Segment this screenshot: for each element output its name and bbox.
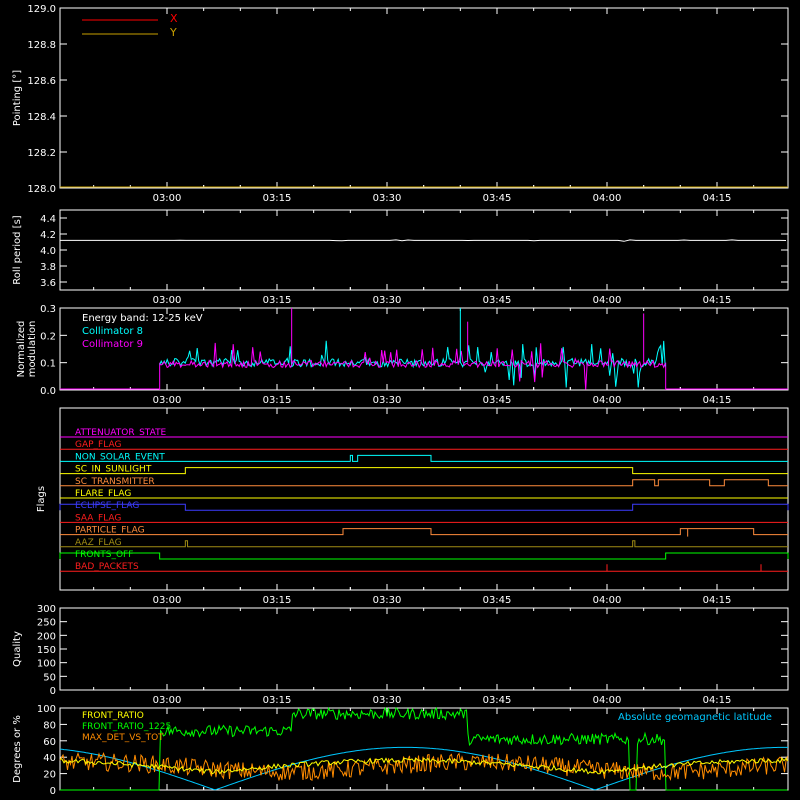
y-tick-label: 128.2 (27, 148, 56, 159)
y-axis-label: Degrees or % (12, 715, 23, 783)
y-tick-label: 3.6 (40, 278, 56, 289)
time-tick-label: 03:30 (373, 193, 402, 204)
y-axis-label-line: Normalized (16, 321, 27, 378)
y-tick-label: 4.0 (40, 246, 56, 257)
y-tick-label: 100 (37, 659, 56, 670)
y-tick-label: 0.0 (40, 386, 56, 397)
y-tick-label: 4.2 (40, 230, 56, 241)
legend-geomagnetic-latitude: Absolute geomagnetic latitude (618, 712, 772, 723)
hessi-observing-summary-chart: 03:00 03:15 03:30 03:45 04:00 04:15 128.0 128.2… (0, 0, 800, 800)
y-tick-label: 128.4 (27, 112, 56, 123)
y-tick-label: 150 (37, 645, 56, 656)
y-axis-label: Pointing [°] (12, 70, 23, 126)
time-tick-label: 03:00 (153, 193, 182, 204)
time-tick-label: 03:45 (483, 395, 512, 406)
y-tick-label: 60 (43, 737, 56, 748)
y-tick-label: 128.8 (27, 40, 56, 51)
y-axis-label: Quality (12, 631, 23, 667)
y-tick-label: 129.0 (27, 4, 56, 15)
y-tick-label: 50 (43, 672, 56, 683)
y-tick-label: 250 (37, 618, 56, 629)
y-axis-label-line: modulation (27, 321, 38, 378)
time-tick-label: 03:00 (153, 395, 182, 406)
time-tick-label: 03:30 (373, 395, 402, 406)
time-tick-label: 03:30 (373, 695, 402, 706)
legend-collimator-9: Collimator 9 (82, 339, 143, 350)
time-tick-label: 03:45 (483, 295, 512, 306)
time-tick-label: 03:15 (263, 295, 292, 306)
legend-collimator-8: Collimator 8 (82, 326, 143, 337)
y-tick-label: 20 (43, 770, 56, 781)
time-tick-label: 04:00 (593, 395, 622, 406)
y-tick-label: 0.3 (40, 304, 56, 315)
legend-energy-band: Energy band: 12-25 keV (82, 313, 203, 324)
y-tick-label: 0.1 (40, 359, 56, 370)
y-tick-label: 40 (43, 753, 56, 764)
y-tick-label: 80 (43, 720, 56, 731)
legend-y-label: Y (169, 26, 177, 39)
time-tick-label: 03:00 (153, 595, 182, 606)
time-tick-label: 03:45 (483, 695, 512, 706)
time-tick-label: 03:15 (263, 193, 292, 204)
time-tick-label: 04:00 (593, 695, 622, 706)
time-tick-label: 04:00 (593, 595, 622, 606)
time-tick-label: 03:00 (153, 295, 182, 306)
y-tick-label: 0.2 (40, 331, 56, 342)
flag-label-fronts-off: FRONTS_OFF (75, 550, 133, 560)
y-tick-label: 200 (37, 631, 56, 642)
y-tick-label: 300 (37, 604, 56, 615)
y-tick-label: 128.6 (27, 76, 56, 87)
y-tick-label: 0 (50, 686, 56, 697)
time-tick-label: 04:15 (703, 295, 732, 306)
time-tick-label: 04:15 (703, 193, 732, 204)
time-tick-label: 03:15 (263, 395, 292, 406)
time-tick-label: 04:15 (703, 395, 732, 406)
y-tick-label: 100 (37, 704, 56, 715)
time-tick-label: 03:00 (153, 695, 182, 706)
time-tick-label: 04:15 (703, 695, 732, 706)
legend-front-ratio: FRONT_RATIO (82, 711, 144, 721)
time-tick-label: 03:15 (263, 695, 292, 706)
time-tick-label: 03:30 (373, 595, 402, 606)
time-tick-label: 04:15 (703, 595, 732, 606)
y-axis-label: Normalized modulation (16, 321, 38, 378)
time-tick-label: 03:45 (483, 193, 512, 204)
y-tick-label: 0 (50, 786, 56, 797)
y-axis-label: Roll period [s] (12, 215, 23, 284)
legend-x-label: X (170, 12, 178, 25)
y-tick-label: 128.0 (27, 184, 56, 195)
time-tick-label: 04:00 (593, 295, 622, 306)
time-tick-label: 03:30 (373, 295, 402, 306)
legend-max-det-vs-tot: MAX_DET_VS_TOT (82, 733, 164, 743)
legend-front-ratio-1225: FRONT_RATIO_1225 (82, 722, 171, 732)
flag-label-eclipse-flag: ECLIPSE_FLAG (75, 501, 139, 511)
time-tick-label: 03:15 (263, 595, 292, 606)
time-tick-label: 04:00 (593, 193, 622, 204)
time-tick-label: 03:45 (483, 595, 512, 606)
y-tick-label: 3.8 (40, 262, 56, 273)
y-tick-label: 4.4 (40, 214, 56, 225)
y-axis-label: Flags (36, 486, 47, 512)
